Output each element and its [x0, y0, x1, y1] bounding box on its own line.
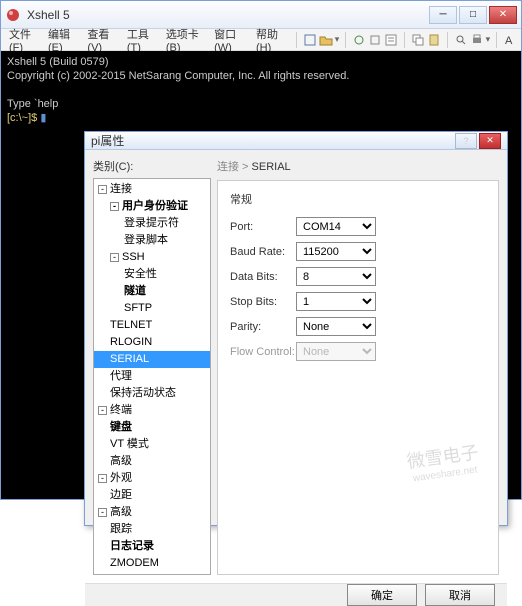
- tree-item[interactable]: 代理: [94, 368, 210, 385]
- dialog-titlebar: pi属性 ? ✕: [85, 132, 507, 150]
- serial-settings-panel: 常规 Port: COM14 Baud Rate: 115200 Data Bi…: [217, 180, 499, 575]
- tree-item[interactable]: 键盘: [94, 419, 210, 436]
- expand-icon[interactable]: -: [110, 253, 119, 262]
- app-icon: [5, 7, 21, 23]
- menubar: 文件(F) 编辑(E) 查看(V) 工具(T) 选项卡(B) 窗口(W) 帮助(…: [1, 29, 521, 51]
- cancel-button[interactable]: 取消: [425, 584, 495, 606]
- tree-item[interactable]: -连接: [94, 181, 210, 198]
- font-icon[interactable]: A: [503, 32, 517, 48]
- category-label: 类别(C):: [93, 158, 211, 174]
- terminal-line: Copyright (c) 2002-2015 NetSarang Comput…: [7, 69, 515, 83]
- window-title: Xshell 5: [27, 8, 429, 22]
- search-icon[interactable]: [454, 32, 468, 48]
- disconnect-icon[interactable]: [368, 32, 382, 48]
- category-tree[interactable]: -连接-用户身份验证登录提示符登录脚本-SSH安全性隧道SFTPTELNETRL…: [93, 178, 211, 575]
- tree-item[interactable]: -终端: [94, 402, 210, 419]
- tree-item[interactable]: 隧道: [94, 283, 210, 300]
- terminal-line: Type `help: [7, 97, 515, 111]
- databits-select[interactable]: 8: [296, 267, 376, 286]
- tree-item[interactable]: TELNET: [94, 317, 210, 334]
- tree-item[interactable]: 保持活动状态: [94, 385, 210, 402]
- dialog-close-button[interactable]: ✕: [479, 133, 501, 149]
- tree-item[interactable]: RLOGIN: [94, 334, 210, 351]
- stopbits-label: Stop Bits:: [230, 296, 296, 308]
- copy-icon[interactable]: [411, 32, 425, 48]
- tree-item[interactable]: 跟踪: [94, 521, 210, 538]
- stopbits-select[interactable]: 1: [296, 292, 376, 311]
- parity-select[interactable]: None: [296, 317, 376, 336]
- parity-label: Parity:: [230, 321, 296, 333]
- tree-item[interactable]: 高级: [94, 453, 210, 470]
- terminal-line: Xshell 5 (Build 0579): [7, 55, 515, 69]
- dialog-title: pi属性: [91, 132, 455, 149]
- new-icon[interactable]: [303, 32, 317, 48]
- tree-item[interactable]: -高级: [94, 504, 210, 521]
- expand-icon[interactable]: -: [98, 406, 107, 415]
- open-icon[interactable]: [319, 32, 333, 48]
- tree-item[interactable]: 安全性: [94, 266, 210, 283]
- baud-select[interactable]: 115200: [296, 242, 376, 261]
- tree-item[interactable]: 登录提示符: [94, 215, 210, 232]
- expand-icon[interactable]: -: [110, 202, 119, 211]
- main-window: Xshell 5 ─ □ ✕ 文件(F) 编辑(E) 查看(V) 工具(T) 选…: [0, 0, 522, 500]
- tree-item[interactable]: SERIAL: [94, 351, 210, 368]
- prompt: [c:\~]$: [7, 112, 40, 124]
- terminal[interactable]: Xshell 5 (Build 0579) Copyright (c) 2002…: [1, 51, 521, 499]
- port-label: Port:: [230, 221, 296, 233]
- tree-item[interactable]: 边距: [94, 487, 210, 504]
- expand-icon[interactable]: -: [98, 508, 107, 517]
- expand-icon[interactable]: -: [98, 474, 107, 483]
- tree-item[interactable]: -外观: [94, 470, 210, 487]
- paste-icon[interactable]: [427, 32, 441, 48]
- flowcontrol-select: None: [296, 342, 376, 361]
- breadcrumb: 连接 > SERIAL: [217, 158, 499, 174]
- expand-icon[interactable]: -: [98, 185, 107, 194]
- group-label: 常规: [230, 191, 486, 207]
- print-icon[interactable]: [470, 32, 484, 48]
- baud-label: Baud Rate:: [230, 246, 296, 258]
- minimize-button[interactable]: ─: [429, 6, 457, 24]
- tree-item[interactable]: ZMODEM: [94, 555, 210, 572]
- close-button[interactable]: ✕: [489, 6, 517, 24]
- ok-button[interactable]: 确定: [347, 584, 417, 606]
- svg-text:A: A: [505, 35, 513, 47]
- tree-item[interactable]: SFTP: [94, 300, 210, 317]
- reconnect-icon[interactable]: [352, 32, 366, 48]
- properties-icon[interactable]: [384, 32, 398, 48]
- tree-item[interactable]: -用户身份验证: [94, 198, 210, 215]
- maximize-button[interactable]: □: [459, 6, 487, 24]
- tree-item[interactable]: 日志记录: [94, 538, 210, 555]
- databits-label: Data Bits:: [230, 271, 296, 283]
- tree-item[interactable]: 登录脚本: [94, 232, 210, 249]
- watermark: 微雪电子 waveshare.net: [406, 443, 482, 489]
- tree-item[interactable]: -SSH: [94, 249, 210, 266]
- port-select[interactable]: COM14: [296, 217, 376, 236]
- flowcontrol-label: Flow Control:: [230, 346, 296, 358]
- dialog-help-button[interactable]: ?: [455, 133, 477, 149]
- tree-item[interactable]: VT 模式: [94, 436, 210, 453]
- properties-dialog: pi属性 ? ✕ 类别(C): -连接-用户身份验证登录提示符登录脚本-SSH安…: [84, 131, 508, 526]
